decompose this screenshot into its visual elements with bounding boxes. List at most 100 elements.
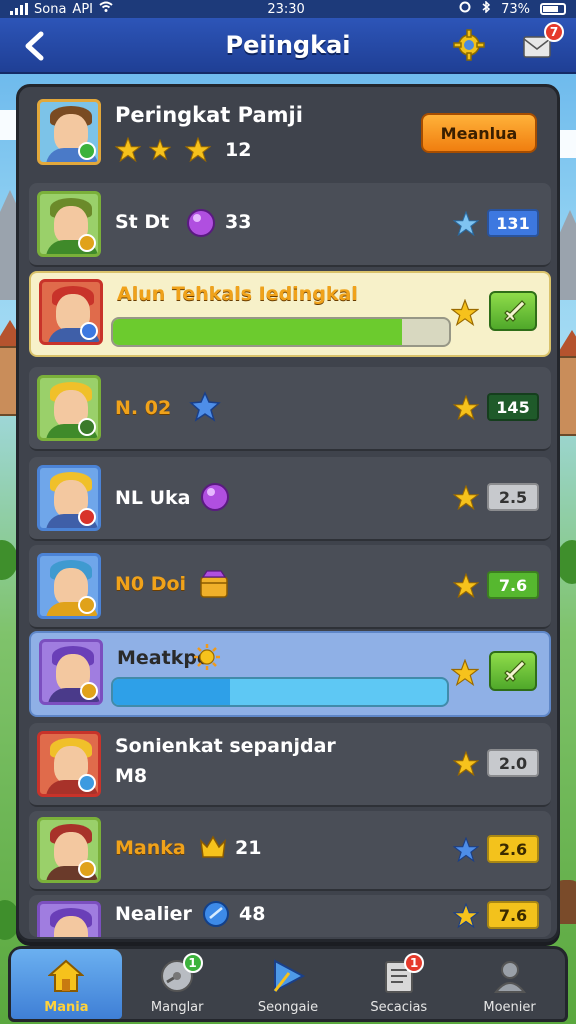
wifi-icon (99, 1, 113, 17)
nav-label: Mania (44, 1000, 89, 1015)
avatar (37, 731, 101, 797)
signal-icon (10, 3, 28, 15)
leaderboard-row[interactable]: Manka 21 2.6 (29, 811, 551, 891)
progress-bar (111, 677, 449, 707)
progress-bar (111, 317, 451, 347)
battery-icon (540, 3, 566, 15)
page-title: Peiingkai (225, 31, 351, 59)
player-name: N0 Doi (115, 573, 187, 595)
nav-item-moenier[interactable]: Moenier (454, 949, 565, 1019)
star-icon (453, 751, 479, 777)
player-subtitle: M8 (115, 765, 148, 787)
crown-chest-icon (199, 835, 227, 858)
star-icon (115, 137, 141, 163)
star-icon (453, 573, 479, 599)
item-value: 21 (235, 837, 262, 859)
avatar (37, 817, 101, 883)
score-box: 7.6 (487, 571, 539, 599)
avatar (39, 279, 103, 345)
player-name: Alun Tehkals Iedingkal (117, 283, 358, 305)
score-box: 7.6 (487, 901, 539, 929)
player-name: Sonienkat sepanjdar (115, 735, 336, 757)
player-name: Peringkat Pamji (115, 103, 303, 127)
nav-badge: 1 (404, 953, 425, 973)
crest-icon (189, 391, 221, 422)
status-time: 23:30 (267, 1, 305, 17)
play-icon (268, 956, 308, 996)
avatar (39, 639, 103, 705)
player-name: Manka (115, 837, 186, 859)
nav-label: Manglar (150, 1000, 204, 1015)
avatar (37, 375, 101, 441)
nav-item-secacias[interactable]: 1 Secacias (343, 949, 454, 1019)
mail-badge: 7 (544, 22, 564, 42)
leaderboard-row-highlight[interactable]: Meatkpe (29, 631, 551, 717)
sword-icon (504, 300, 526, 322)
mail-button[interactable]: 7 (520, 22, 564, 62)
home-icon (46, 956, 86, 996)
leaderboard-panel: Peringkat Pamji 12 Meanlua St Dt 33 131 … (16, 84, 560, 942)
player-name: St Dt (115, 211, 170, 233)
chevron-left-icon (25, 31, 44, 61)
score-box: 2.0 (487, 749, 539, 777)
leaderboard-row[interactable]: St Dt 33 131 (29, 183, 551, 267)
avatar (37, 99, 101, 165)
star-icon (453, 837, 479, 863)
location-icon (459, 1, 471, 17)
profile-icon (490, 956, 530, 996)
star-icon (451, 659, 479, 687)
top-action-button[interactable]: Meanlua (421, 113, 537, 153)
star-icon (453, 211, 479, 237)
attack-button[interactable] (489, 651, 537, 691)
gear-icon (453, 29, 485, 61)
star-icon (453, 485, 479, 511)
item-value: 33 (225, 211, 252, 233)
leaderboard-row[interactable]: N0 Doi 7.6 (29, 545, 551, 629)
star-icon (451, 299, 479, 327)
settings-button[interactable] (452, 28, 486, 62)
bottom-nav: Mania 1 Manglar Seongaie 1 Secacias Moen… (8, 946, 568, 1022)
nav-item-seongaie[interactable]: Seongaie (233, 949, 344, 1019)
gem-icon (201, 483, 229, 511)
nav-label: Seongaie (257, 1000, 319, 1015)
leaderboard-row[interactable]: Sonienkat sepanjdar M8 2.0 (29, 723, 551, 807)
orb-icon (203, 901, 229, 927)
header-bar: Peiingkai 7 (0, 18, 576, 74)
star-icon (185, 137, 211, 163)
status-carrier: API (72, 1, 93, 17)
player-name: NL Uka (115, 487, 191, 509)
nav-item-manglar[interactable]: 1 Manglar (122, 949, 233, 1019)
leaderboard-row[interactable]: N. 02 145 (29, 367, 551, 451)
sword-icon (504, 660, 526, 682)
player-name: N. 02 (115, 397, 172, 419)
status-left-text: Sona (34, 1, 67, 17)
sun-icon (194, 644, 220, 670)
battery-percent: 73% (501, 1, 530, 17)
top-player-row: Peringkat Pamji 12 Meanlua (29, 91, 551, 179)
star-icon (453, 395, 479, 421)
gem-icon (187, 209, 215, 237)
item-value: 48 (239, 903, 266, 925)
nav-label: Secacias (370, 1000, 428, 1015)
back-button[interactable] (16, 26, 52, 66)
nav-label: Moenier (483, 1000, 536, 1015)
avatar (37, 553, 101, 619)
chest-icon (200, 570, 228, 598)
player-name: Nealier (115, 903, 192, 925)
avatar (37, 901, 101, 937)
status-bar: Sona API 23:30 73% (0, 0, 576, 18)
score-box: 145 (487, 393, 539, 421)
leaderboard-row-highlight[interactable]: Alun Tehkals Iedingkal (29, 271, 551, 357)
avatar (37, 465, 101, 531)
bluetooth-icon (481, 0, 491, 17)
avatar (37, 191, 101, 257)
star-icon (453, 903, 479, 929)
score-box: 131 (487, 209, 539, 237)
leaderboard-row[interactable]: NL Uka 2.5 (29, 457, 551, 541)
player-score: 12 (225, 139, 252, 161)
leaderboard-row[interactable]: Nealier 48 7.6 (29, 895, 551, 937)
nav-item-home[interactable]: Mania (11, 949, 122, 1019)
score-box: 2.5 (487, 483, 539, 511)
score-box: 2.6 (487, 835, 539, 863)
attack-button[interactable] (489, 291, 537, 331)
